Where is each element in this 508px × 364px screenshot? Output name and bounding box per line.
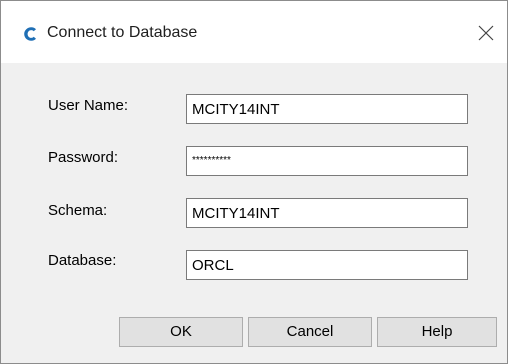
password-input[interactable]: ********** xyxy=(186,146,468,176)
dialog-title: Connect to Database xyxy=(47,24,198,41)
database-input[interactable]: ORCL xyxy=(186,250,468,280)
connect-dialog: Connect to Database User Name: MCITY14IN… xyxy=(0,0,508,364)
close-button[interactable] xyxy=(475,22,497,44)
cancel-button[interactable]: Cancel xyxy=(248,317,372,347)
database-label: Database: xyxy=(48,252,117,269)
schema-input[interactable]: MCITY14INT xyxy=(186,198,468,228)
ok-button[interactable]: OK xyxy=(119,317,243,347)
user-name-label: User Name: xyxy=(48,97,129,114)
password-mask: ********** xyxy=(192,155,231,166)
password-label: Password: xyxy=(48,149,119,166)
help-button[interactable]: Help xyxy=(377,317,497,347)
title-bar: Connect to Database xyxy=(1,1,507,63)
user-name-input[interactable]: MCITY14INT xyxy=(186,94,468,124)
schema-label: Schema: xyxy=(48,202,108,219)
close-icon xyxy=(478,25,494,41)
app-icon xyxy=(23,26,37,42)
